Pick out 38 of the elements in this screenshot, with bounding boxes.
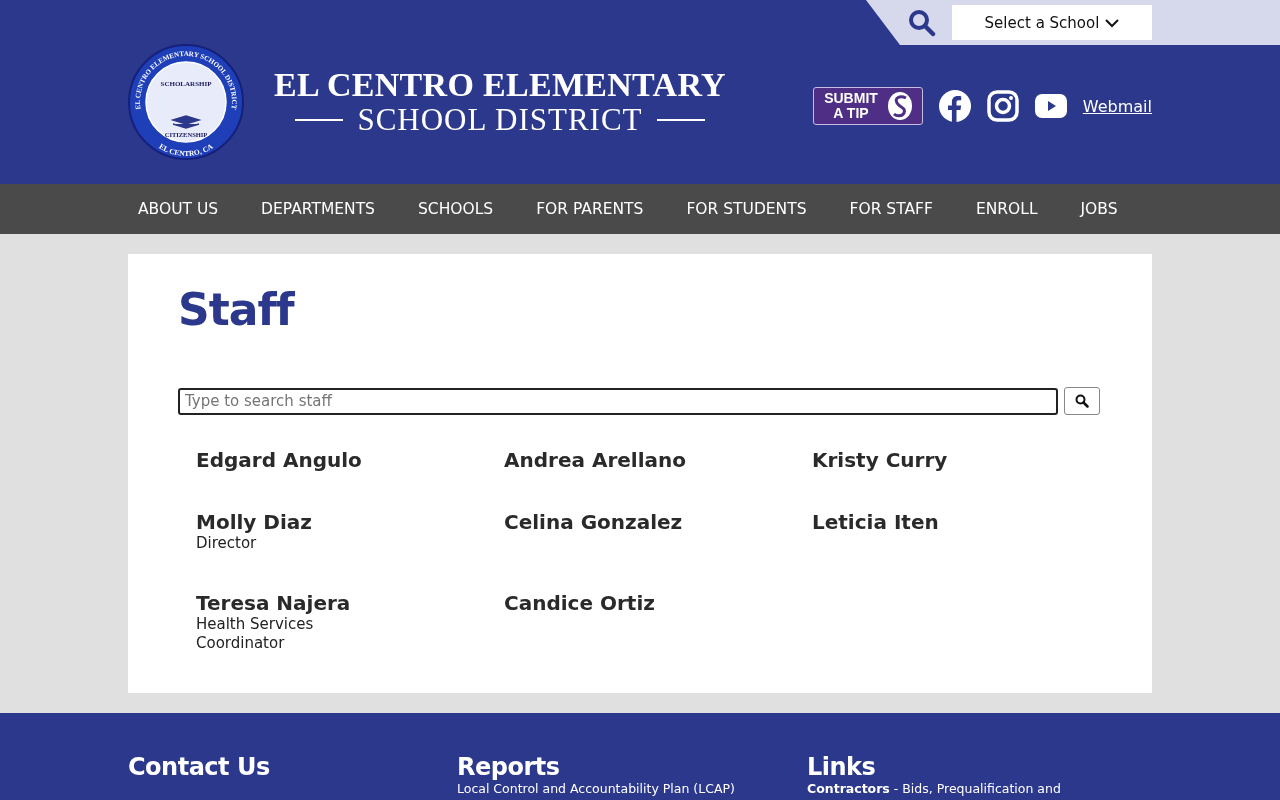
staff-name[interactable]: Teresa Najera bbox=[196, 591, 504, 615]
staff-name[interactable]: Andrea Arellano bbox=[504, 448, 812, 472]
staff-role: Director bbox=[196, 534, 258, 553]
staff-name[interactable]: Edgard Angulo bbox=[196, 448, 504, 472]
nav-link[interactable]: FOR STAFF bbox=[839, 200, 943, 218]
facebook-icon[interactable] bbox=[938, 90, 971, 122]
footer-heading: Links bbox=[807, 753, 877, 781]
footer-heading: Contact Us bbox=[128, 753, 271, 781]
submit-tip-button[interactable]: SUBMIT A TIP bbox=[813, 87, 923, 125]
youtube-icon[interactable] bbox=[1034, 94, 1067, 118]
staff-role: Health Services Coordinator bbox=[196, 615, 315, 653]
page-title: Staff bbox=[178, 284, 296, 335]
staff-name[interactable]: Candice Ortiz bbox=[504, 591, 812, 615]
s-swirl-icon bbox=[885, 91, 914, 121]
nav-link[interactable]: DEPARTMENTS bbox=[251, 200, 385, 218]
chevron-down-icon bbox=[1105, 17, 1120, 28]
nav-link[interactable]: JOBS bbox=[1070, 200, 1128, 218]
district-subtitle: SCHOOL DISTRICT bbox=[357, 103, 643, 137]
footer-link[interactable]: Local Control and Accountability Plan (LCAP) bbox=[457, 781, 807, 796]
search-icon[interactable] bbox=[908, 8, 936, 37]
staff-name[interactable]: Celina Gonzalez bbox=[504, 510, 812, 534]
staff-search-field[interactable]: Type to search staff bbox=[178, 387, 1058, 415]
instagram-icon[interactable] bbox=[986, 90, 1019, 122]
nav-link[interactable]: FOR PARENTS bbox=[526, 200, 654, 218]
nav-link[interactable]: SCHOOLS bbox=[407, 200, 504, 218]
search-icon bbox=[1075, 394, 1089, 408]
nav-link[interactable]: ABOUT US bbox=[128, 200, 229, 218]
school-select[interactable]: Select a School bbox=[952, 5, 1152, 40]
staff-name[interactable]: Leticia Iten bbox=[812, 510, 1120, 534]
district-name: EL CENTRO ELEMENTARY bbox=[274, 67, 726, 103]
nav-link[interactable]: FOR STUDENTS bbox=[676, 200, 817, 218]
webmail-link[interactable]: Webmail bbox=[1082, 96, 1152, 116]
nav-link[interactable]: ENROLL bbox=[965, 200, 1048, 218]
footer-link[interactable]: Contractors - Bids, Prequalification and bbox=[807, 781, 1152, 796]
search-button[interactable] bbox=[1064, 387, 1100, 415]
staff-name[interactable]: Kristy Curry bbox=[812, 448, 1120, 472]
staff-name[interactable]: Molly Diaz bbox=[196, 510, 504, 534]
footer-heading: Reports bbox=[457, 753, 561, 781]
